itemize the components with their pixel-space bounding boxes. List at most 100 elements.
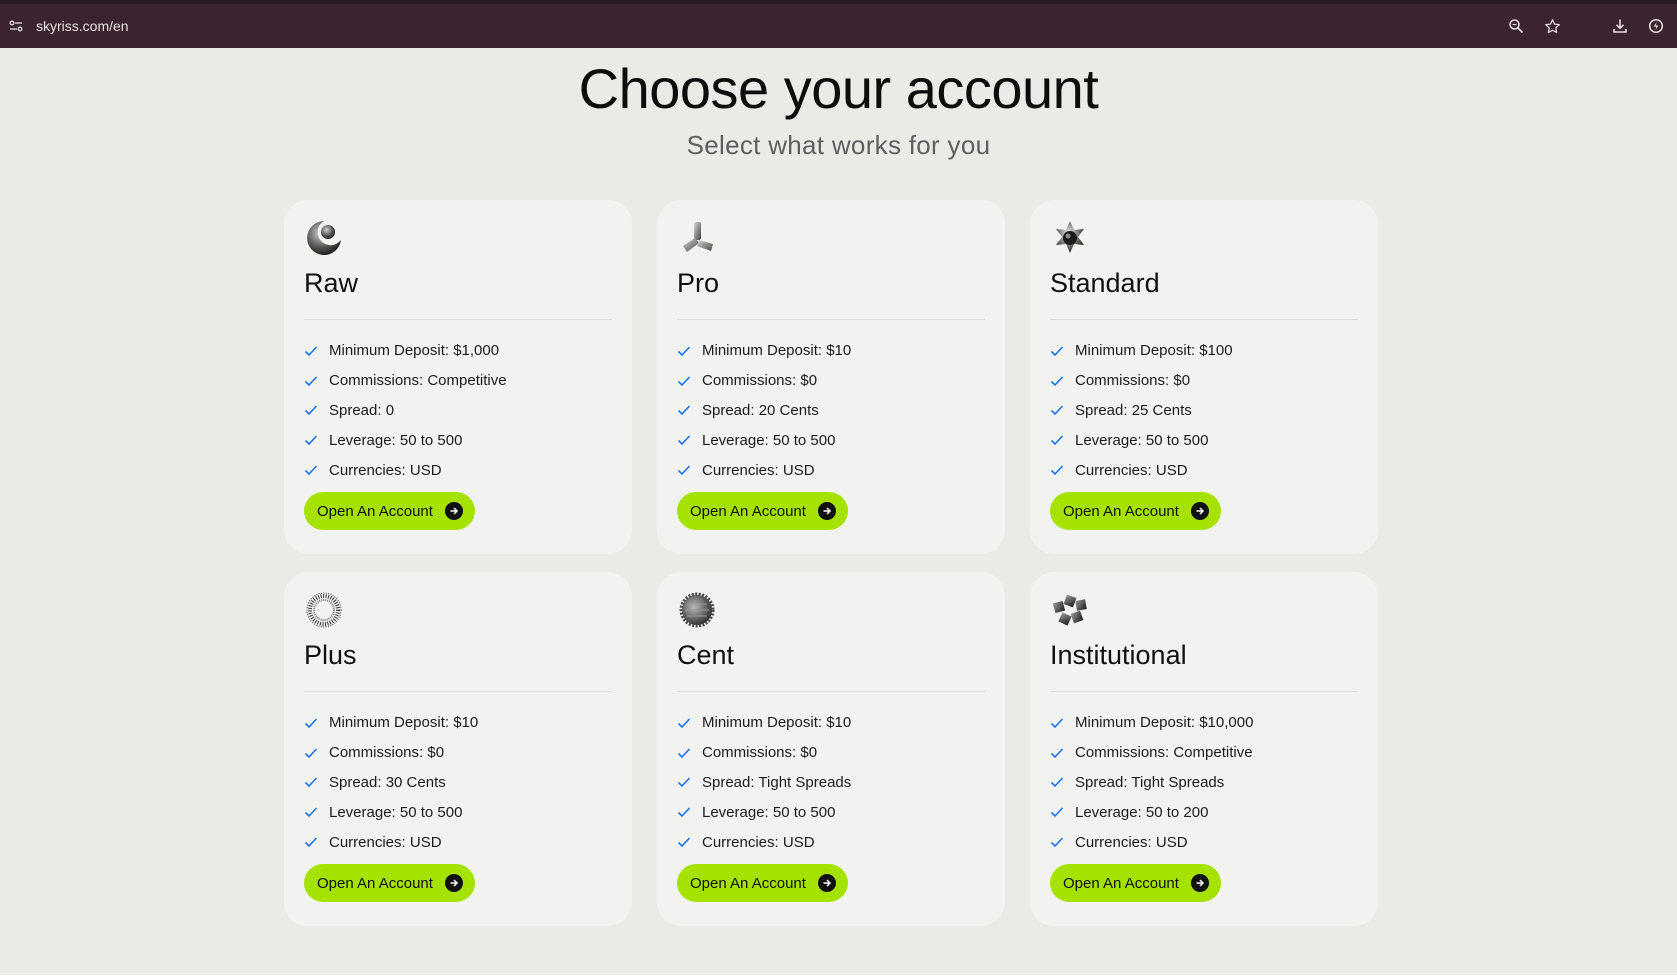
open-account-button[interactable]: Open An Account	[677, 864, 848, 902]
gear-disc-icon	[677, 590, 717, 630]
browser-toolbar: skyriss.com/en	[0, 0, 1677, 48]
divider	[304, 319, 612, 320]
check-icon	[304, 746, 318, 760]
check-icon	[1050, 463, 1064, 477]
check-icon	[304, 835, 318, 849]
feature-text: Minimum Deposit: $10,000	[1075, 714, 1254, 732]
feature-item: Minimum Deposit: $1,000	[304, 336, 507, 366]
feature-text: Minimum Deposit: $100	[1075, 342, 1233, 360]
check-icon	[304, 433, 318, 447]
button-label: Open An Account	[317, 874, 433, 892]
feature-item: Currencies: USD	[304, 827, 478, 857]
check-icon	[1050, 433, 1064, 447]
check-icon	[1050, 403, 1064, 417]
check-icon	[304, 716, 318, 730]
feature-item: Leverage: 50 to 500	[677, 425, 851, 455]
check-icon	[677, 374, 691, 388]
account-card-institutional: Institutional Minimum Deposit: $10,000 C…	[1030, 572, 1378, 926]
check-icon	[677, 835, 691, 849]
check-icon	[304, 805, 318, 819]
button-label: Open An Account	[1063, 874, 1179, 892]
cube-cluster-icon	[1050, 590, 1090, 630]
open-account-button[interactable]: Open An Account	[304, 864, 475, 902]
feature-item: Currencies: USD	[304, 455, 507, 485]
page-subtitle: Select what works for you	[686, 130, 991, 160]
feature-text: Currencies: USD	[329, 833, 442, 851]
account-name: Institutional	[1050, 640, 1187, 670]
check-icon	[1050, 344, 1064, 358]
address-bar[interactable]: skyriss.com/en	[36, 18, 1505, 34]
feature-text: Currencies: USD	[702, 833, 815, 851]
check-icon	[304, 344, 318, 358]
feature-list: Minimum Deposit: $10,000 Commissions: Co…	[1050, 708, 1253, 857]
feature-item: Currencies: USD	[1050, 455, 1233, 485]
download-icon[interactable]	[1609, 15, 1631, 37]
account-name: Standard	[1050, 268, 1160, 298]
feature-text: Commissions: $0	[702, 372, 818, 390]
account-card-raw: Raw Minimum Deposit: $1,000 Commissions:…	[284, 200, 632, 554]
feature-item: Spread: 0	[304, 396, 507, 426]
feature-item: Commissions: $0	[304, 738, 478, 768]
feature-text: Leverage: 50 to 500	[1075, 431, 1209, 449]
feature-item: Leverage: 50 to 200	[1050, 797, 1253, 827]
check-icon	[1050, 716, 1064, 730]
feature-text: Minimum Deposit: $10	[329, 714, 479, 732]
check-icon	[677, 433, 691, 447]
account-card-standard: Standard Minimum Deposit: $100 Commissio…	[1030, 200, 1378, 554]
arrow-right-icon	[1191, 502, 1209, 520]
divider	[304, 691, 612, 692]
open-account-button[interactable]: Open An Account	[1050, 864, 1221, 902]
feature-item: Commissions: Competitive	[1050, 738, 1253, 768]
button-label: Open An Account	[690, 502, 806, 520]
open-account-button[interactable]: Open An Account	[1050, 492, 1221, 530]
check-icon	[304, 403, 318, 417]
spiky-ring-icon	[304, 590, 344, 630]
check-icon	[1050, 374, 1064, 388]
divider	[677, 691, 985, 692]
feature-text: Currencies: USD	[1075, 833, 1188, 851]
divider	[1050, 319, 1358, 320]
feature-item: Leverage: 50 to 500	[304, 425, 507, 455]
feature-list: Minimum Deposit: $10 Commissions: $0 Spr…	[304, 708, 478, 857]
feature-text: Spread: 30 Cents	[329, 773, 446, 791]
feature-item: Commissions: $0	[677, 366, 851, 396]
feature-text: Minimum Deposit: $10	[702, 342, 852, 360]
account-name: Pro	[677, 268, 720, 298]
account-card-plus: Plus Minimum Deposit: $10 Commissions: $…	[284, 572, 632, 926]
bookmark-star-icon[interactable]	[1541, 15, 1563, 37]
check-icon	[677, 344, 691, 358]
button-label: Open An Account	[317, 502, 433, 520]
open-account-button[interactable]: Open An Account	[304, 492, 475, 530]
feature-list: Minimum Deposit: $10 Commissions: $0 Spr…	[677, 708, 851, 857]
feature-text: Currencies: USD	[329, 461, 442, 479]
extension-icon[interactable]	[1645, 15, 1667, 37]
feature-text: Spread: 20 Cents	[702, 401, 819, 419]
open-account-button[interactable]: Open An Account	[677, 492, 848, 530]
feature-text: Commissions: $0	[702, 744, 818, 762]
button-label: Open An Account	[1063, 502, 1179, 520]
feature-item: Spread: Tight Spreads	[1050, 768, 1253, 798]
feature-item: Leverage: 50 to 500	[1050, 425, 1233, 455]
feature-text: Minimum Deposit: $10	[702, 714, 852, 732]
feature-item: Spread: Tight Spreads	[677, 768, 851, 798]
check-icon	[677, 463, 691, 477]
feature-list: Minimum Deposit: $10 Commissions: $0 Spr…	[677, 336, 851, 485]
check-icon	[677, 746, 691, 760]
feature-list: Minimum Deposit: $1,000 Commissions: Com…	[304, 336, 507, 485]
crescent-sphere-icon	[304, 218, 344, 258]
site-info-icon[interactable]	[6, 16, 26, 36]
feature-text: Currencies: USD	[702, 461, 815, 479]
feature-text: Spread: 25 Cents	[1075, 401, 1192, 419]
feature-text: Spread: 0	[329, 401, 395, 419]
account-name: Plus	[304, 640, 357, 670]
tripod-icon	[677, 218, 717, 258]
account-card-cent: Cent Minimum Deposit: $10 Commissions: $…	[657, 572, 1005, 926]
feature-item: Minimum Deposit: $100	[1050, 336, 1233, 366]
feature-item: Minimum Deposit: $10	[677, 708, 851, 738]
feature-text: Spread: Tight Spreads	[1075, 773, 1225, 791]
divider	[1050, 691, 1358, 692]
star-gem-icon	[1050, 218, 1090, 258]
feature-text: Leverage: 50 to 500	[702, 431, 836, 449]
zoom-icon[interactable]	[1505, 15, 1527, 37]
arrow-right-icon	[445, 874, 463, 892]
